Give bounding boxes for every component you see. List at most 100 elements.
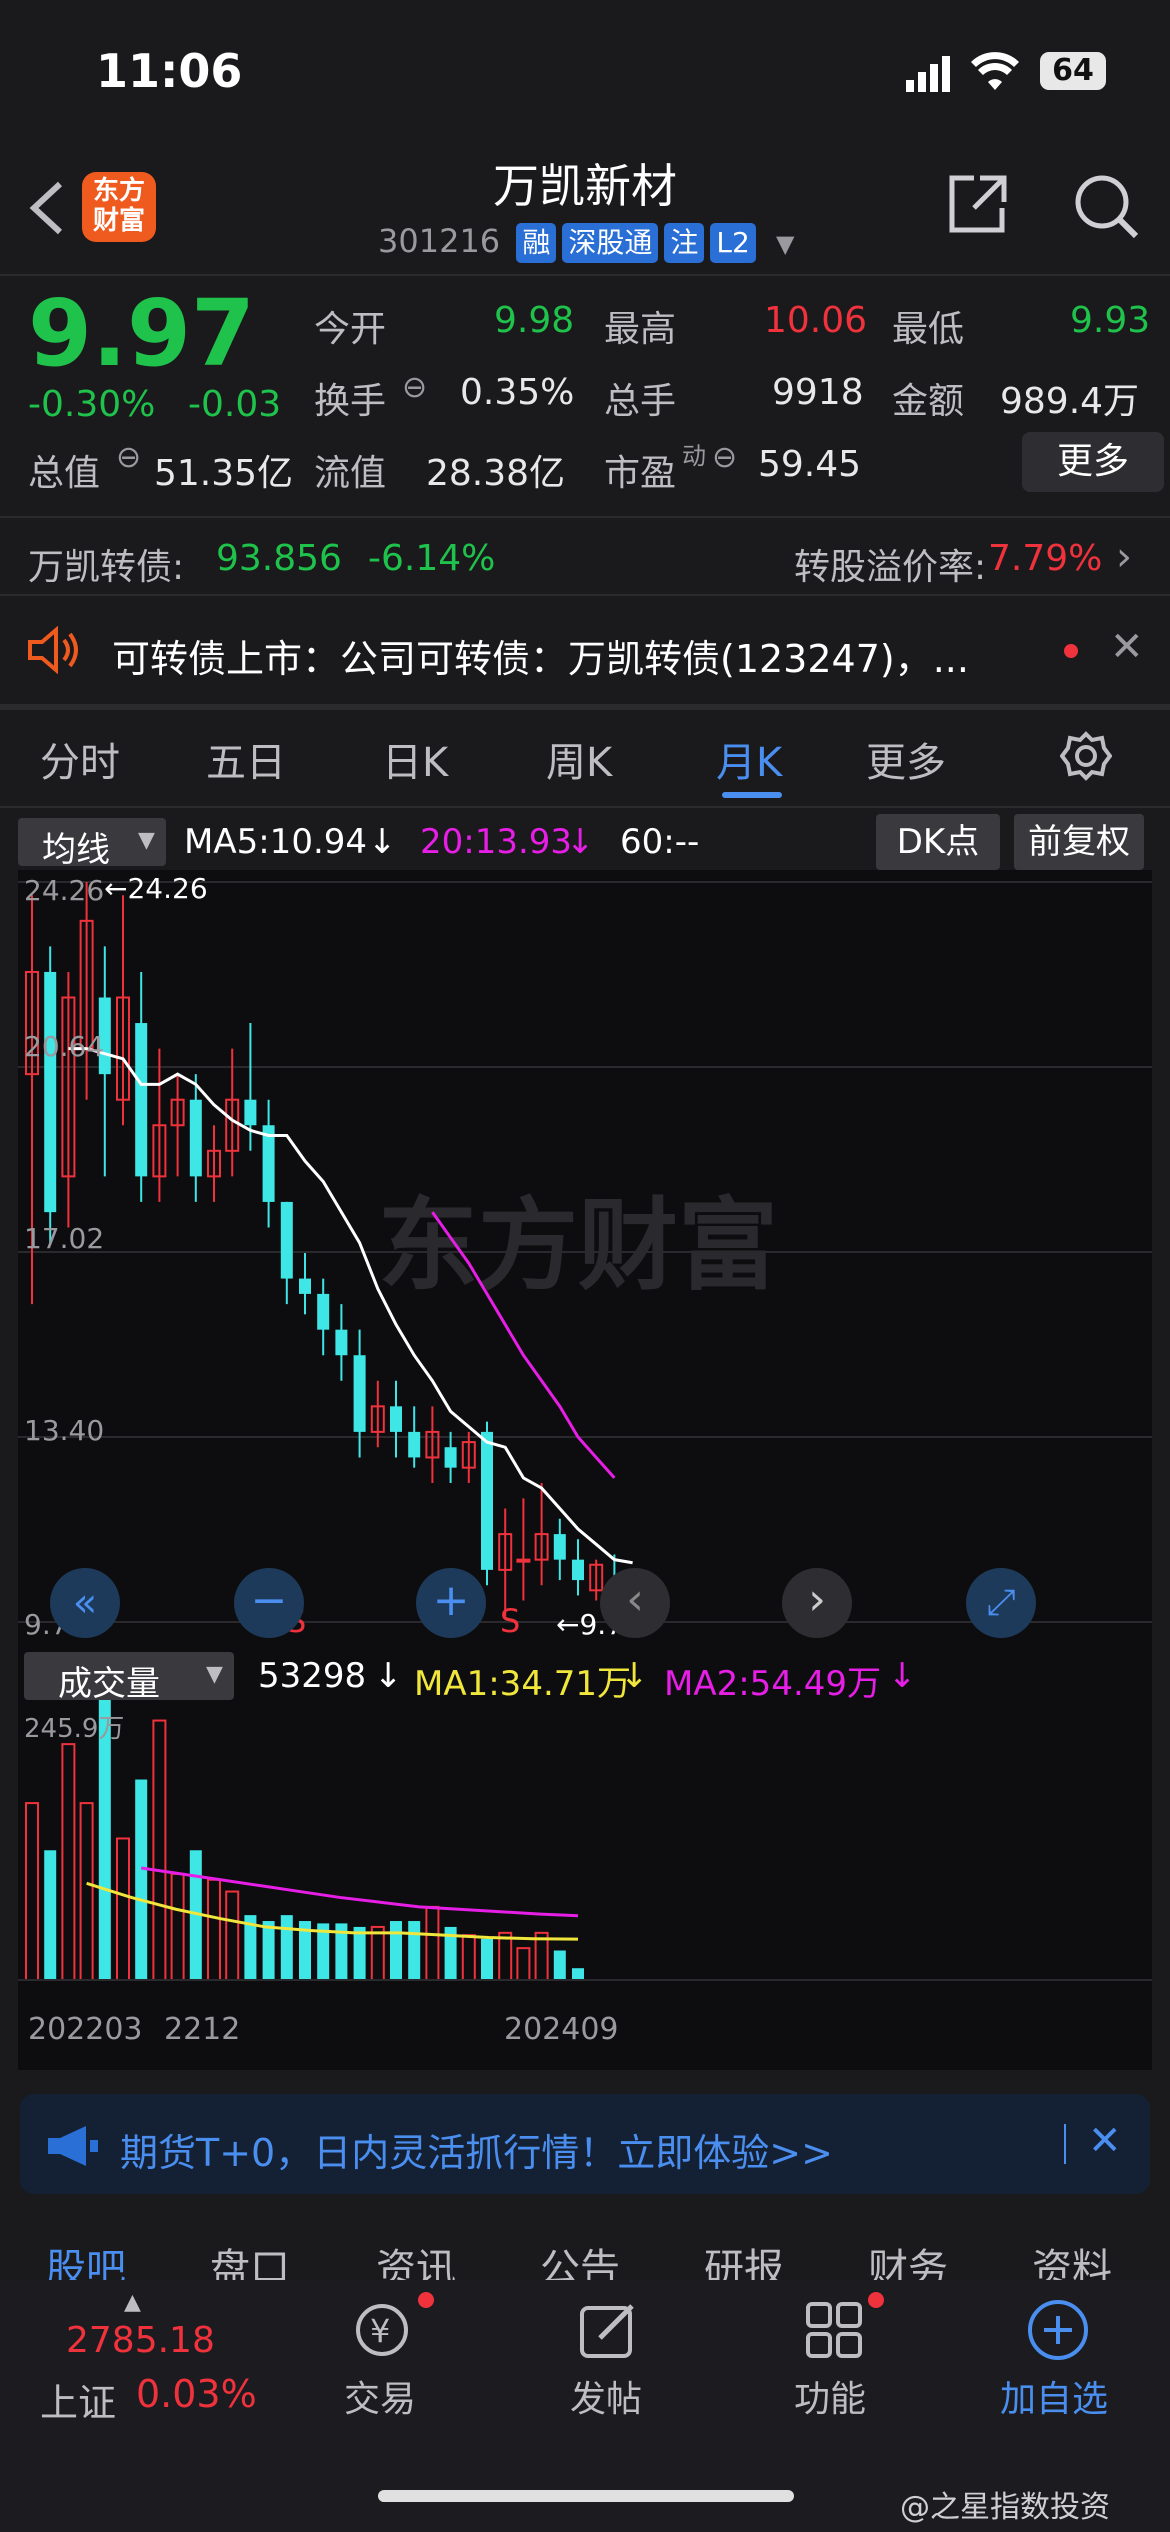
add-circle-icon[interactable]	[1026, 2298, 1090, 2366]
volume-select-label: 成交量	[58, 1664, 160, 1704]
kline-chart[interactable]: 东方财富	[18, 870, 1152, 2070]
badge-registered: 注	[664, 223, 705, 263]
edit-icon[interactable]	[578, 2300, 638, 2364]
max-price-label: ←24.26	[104, 872, 208, 905]
volume-bar	[481, 1938, 493, 1980]
volume-value: 9918	[772, 372, 864, 413]
prev-icon[interactable]: ‹	[600, 1568, 670, 1638]
nav-post[interactable]: 发帖	[570, 2370, 642, 2422]
candle	[408, 1431, 421, 1458]
volume-value: 53298	[258, 1656, 367, 1696]
share-icon[interactable]	[944, 172, 1010, 242]
pe-label: 市盈	[604, 453, 677, 494]
tab-more[interactable]: 更多	[866, 730, 946, 788]
candle	[353, 1355, 366, 1432]
adjust-button[interactable]: 前复权	[1014, 814, 1144, 870]
candle	[44, 971, 57, 1213]
candle	[572, 1559, 584, 1581]
dk-point-button[interactable]: DK点	[876, 814, 1000, 870]
nav-function[interactable]: 功能	[794, 2370, 866, 2422]
candle	[189, 1099, 202, 1177]
pe-value: 59.45	[758, 444, 862, 485]
low-label: 最低	[892, 309, 965, 350]
ma-select[interactable]: 均线 ▼	[18, 818, 166, 870]
battery-icon: 64	[1040, 52, 1106, 90]
x-tick-label: 202409	[504, 2012, 619, 2047]
candle	[553, 1534, 566, 1560]
volume-bar	[370, 1925, 385, 1982]
mktcap-label: 总值	[28, 453, 101, 494]
turnover-value: 0.35%	[460, 372, 575, 413]
tab-daily[interactable]: 日K	[382, 730, 448, 788]
candle	[516, 1558, 531, 1563]
volume-bar	[572, 1968, 584, 1980]
chevron-down-icon: ▼	[206, 1662, 223, 1687]
close-icon[interactable]: ✕	[1110, 624, 1144, 670]
last-price: 9.97	[28, 280, 255, 387]
more-button[interactable]: 更多	[1022, 432, 1164, 492]
index-value: 2785.18	[66, 2320, 215, 2361]
volume-ma1: MA1:34.71万	[414, 1664, 632, 1704]
x-tick-label: 202203	[28, 2012, 143, 2047]
ma-select-label: 均线	[42, 830, 110, 870]
float-value: 28.38亿	[426, 453, 566, 494]
volume-y-top: 245.9万	[24, 1714, 125, 1744]
bond-percent: -6.14%	[368, 538, 496, 579]
candle	[481, 1431, 493, 1570]
tab-intraday[interactable]: 分时	[40, 730, 120, 788]
amount-label: 金额	[892, 381, 965, 422]
y-tick-label: 20.64	[24, 1030, 105, 1063]
volume-select[interactable]: 成交量 ▼	[24, 1652, 234, 1704]
amount-value: 989.4万	[1000, 381, 1140, 422]
fullscreen-icon[interactable]: ⤢	[966, 1568, 1036, 1638]
search-icon[interactable]	[1072, 172, 1140, 244]
premium-value: 7.79%	[988, 538, 1103, 579]
stock-code-row[interactable]: 301216 融深股通注 L2 ▼	[378, 222, 794, 263]
next-icon[interactable]: ›	[782, 1568, 852, 1638]
info-icon[interactable]: ⊖	[116, 440, 141, 475]
index-name[interactable]: 上证	[40, 2372, 116, 2427]
volume-bar	[408, 1921, 421, 1980]
zoom-out-icon[interactable]: −	[234, 1568, 304, 1638]
weibo-watermark: @之星指数投资	[900, 2490, 1110, 2525]
news-text[interactable]: 可转债上市：公司可转债：万凯转债(123247)，...	[112, 628, 992, 683]
volume-bar	[553, 1950, 566, 1980]
speaker-icon	[26, 625, 82, 678]
close-icon[interactable]: ✕	[1088, 2118, 1122, 2164]
float-label: 流值	[314, 453, 387, 494]
chevron-right-icon[interactable]: ›	[1116, 534, 1132, 580]
open-label: 今开	[314, 309, 387, 350]
ma20-value: 20:13.93	[420, 822, 573, 862]
info-icon[interactable]: ⊖	[402, 370, 427, 405]
candle	[135, 1023, 148, 1177]
status-time: 11:06	[96, 44, 243, 98]
function-badge	[868, 2292, 884, 2308]
settings-icon[interactable]	[1059, 730, 1113, 786]
home-indicator[interactable]	[378, 2490, 794, 2502]
tab-monthly[interactable]: 月K	[716, 730, 782, 788]
pe-superscript: 动	[682, 442, 706, 470]
candle	[244, 1099, 257, 1126]
stock-code: 301216	[378, 222, 501, 260]
trade-icon[interactable]: ¥	[348, 2300, 416, 2364]
candle	[280, 1201, 293, 1279]
nav-add-watchlist[interactable]: 加自选	[1000, 2370, 1108, 2422]
nav-trade[interactable]: 交易	[344, 2370, 416, 2422]
volume-ma2: MA2:54.49万	[664, 1664, 882, 1704]
volume-bar	[152, 1719, 167, 1981]
volume-bar	[116, 1837, 130, 1982]
rewind-icon[interactable]: «	[50, 1568, 120, 1638]
ma5-value: MA5:10.94	[184, 822, 368, 862]
info-icon[interactable]: ⊖	[712, 440, 737, 475]
zoom-in-icon[interactable]: +	[416, 1568, 486, 1638]
change-percent: -0.30%	[28, 384, 156, 425]
grid-icon[interactable]	[804, 2300, 864, 2364]
tab-five-day[interactable]: 五日	[206, 730, 286, 788]
tab-weekly[interactable]: 周K	[546, 730, 612, 788]
ma60-value: 60:--	[620, 822, 700, 862]
megaphone-icon	[46, 2124, 100, 2172]
y-tick-label: 17.02	[24, 1222, 105, 1255]
change-amount: -0.03	[188, 384, 282, 425]
volume-bar	[280, 1915, 293, 1980]
trade-badge	[418, 2292, 434, 2308]
